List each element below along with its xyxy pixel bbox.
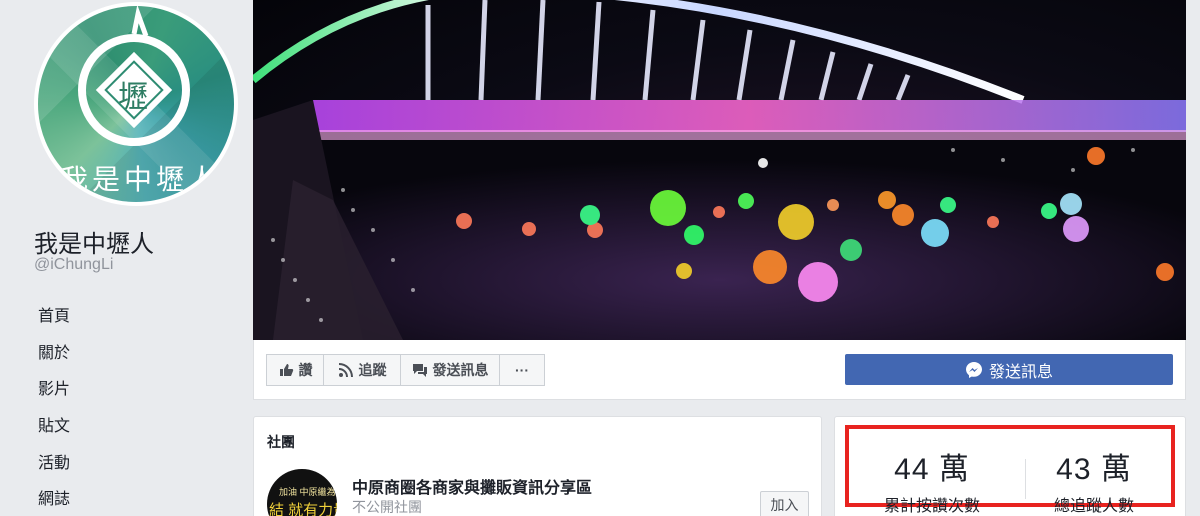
send-message-button[interactable]: 發送訊息 bbox=[845, 354, 1173, 385]
message-label: 發送訊息 bbox=[432, 362, 489, 378]
group-privacy-label: 不公開社團 bbox=[352, 499, 422, 515]
page-action-bar: 讚 追蹤 發送訊息 ··· 發送訊息 bbox=[253, 340, 1186, 400]
likes-stat: 44 萬 累計按讚次數 bbox=[857, 444, 1007, 516]
message-button[interactable]: 發送訊息 bbox=[400, 354, 500, 386]
nav-item-home[interactable]: 首頁 bbox=[38, 296, 70, 333]
join-group-button[interactable]: 加入 bbox=[760, 491, 809, 516]
followers-count: 43 萬 bbox=[1056, 453, 1132, 486]
group-thumb-line2: 結 就有力量 bbox=[269, 502, 337, 516]
left-column: 壢 我是中壢人 我是中壢人 @iChungLi 首頁 關於 影片 貼文 活動 網… bbox=[0, 0, 250, 516]
like-label: 讚 bbox=[298, 362, 313, 378]
stats-highlight-box: 44 萬 累計按讚次數 43 萬 總追蹤人數 bbox=[845, 425, 1175, 515]
page-nav: 首頁 關於 影片 貼文 活動 網誌 bbox=[38, 296, 70, 516]
chat-bubble-icon bbox=[412, 364, 427, 377]
page-avatar[interactable]: 壢 我是中壢人 bbox=[34, 2, 238, 206]
messenger-icon bbox=[965, 361, 982, 378]
likes-label: 累計按讚次數 bbox=[883, 498, 980, 515]
more-button[interactable]: ··· bbox=[499, 354, 545, 386]
send-message-label: 發送訊息 bbox=[988, 363, 1053, 381]
nav-item-posts[interactable]: 貼文 bbox=[38, 406, 70, 443]
followers-label: 總追蹤人數 bbox=[1053, 498, 1134, 515]
stats-card: 44 萬 累計按讚次數 43 萬 總追蹤人數 bbox=[834, 416, 1186, 516]
more-icon: ··· bbox=[515, 362, 529, 378]
rss-icon bbox=[338, 363, 353, 378]
groups-card: 社團 加油 中原繼為！ 結 就有力量 中原商圈各商家與攤販資訊分享區 不公開社團… bbox=[253, 416, 822, 516]
avatar-logo: 壢 我是中壢人 bbox=[38, 6, 234, 202]
likes-count: 44 萬 bbox=[894, 453, 970, 486]
nav-item-notes[interactable]: 網誌 bbox=[38, 479, 70, 516]
cover-image bbox=[253, 0, 1186, 340]
page-handle[interactable]: @iChungLi bbox=[34, 256, 113, 274]
avatar-seal-char: 壢 bbox=[118, 80, 148, 115]
cover-photo[interactable] bbox=[253, 0, 1186, 340]
nav-item-videos[interactable]: 影片 bbox=[38, 369, 70, 406]
group-thumbnail[interactable]: 加油 中原繼為！ 結 就有力量 bbox=[267, 469, 337, 516]
group-thumb-line1: 加油 中原繼為！ bbox=[279, 487, 337, 497]
groups-title[interactable]: 社團 bbox=[267, 432, 295, 452]
follow-button[interactable]: 追蹤 bbox=[323, 354, 401, 386]
page-title[interactable]: 我是中壢人 bbox=[34, 224, 154, 259]
followers-stat: 43 萬 總追蹤人數 bbox=[1019, 444, 1169, 516]
thumbs-up-icon bbox=[279, 364, 293, 376]
follow-label: 追蹤 bbox=[358, 362, 387, 378]
nav-item-about[interactable]: 關於 bbox=[38, 333, 70, 370]
nav-item-events[interactable]: 活動 bbox=[38, 442, 70, 479]
like-button[interactable]: 讚 bbox=[266, 354, 324, 386]
group-name-link[interactable]: 中原商圈各商家與攤販資訊分享區 bbox=[352, 474, 592, 498]
avatar-caption: 我是中壢人 bbox=[60, 163, 221, 196]
